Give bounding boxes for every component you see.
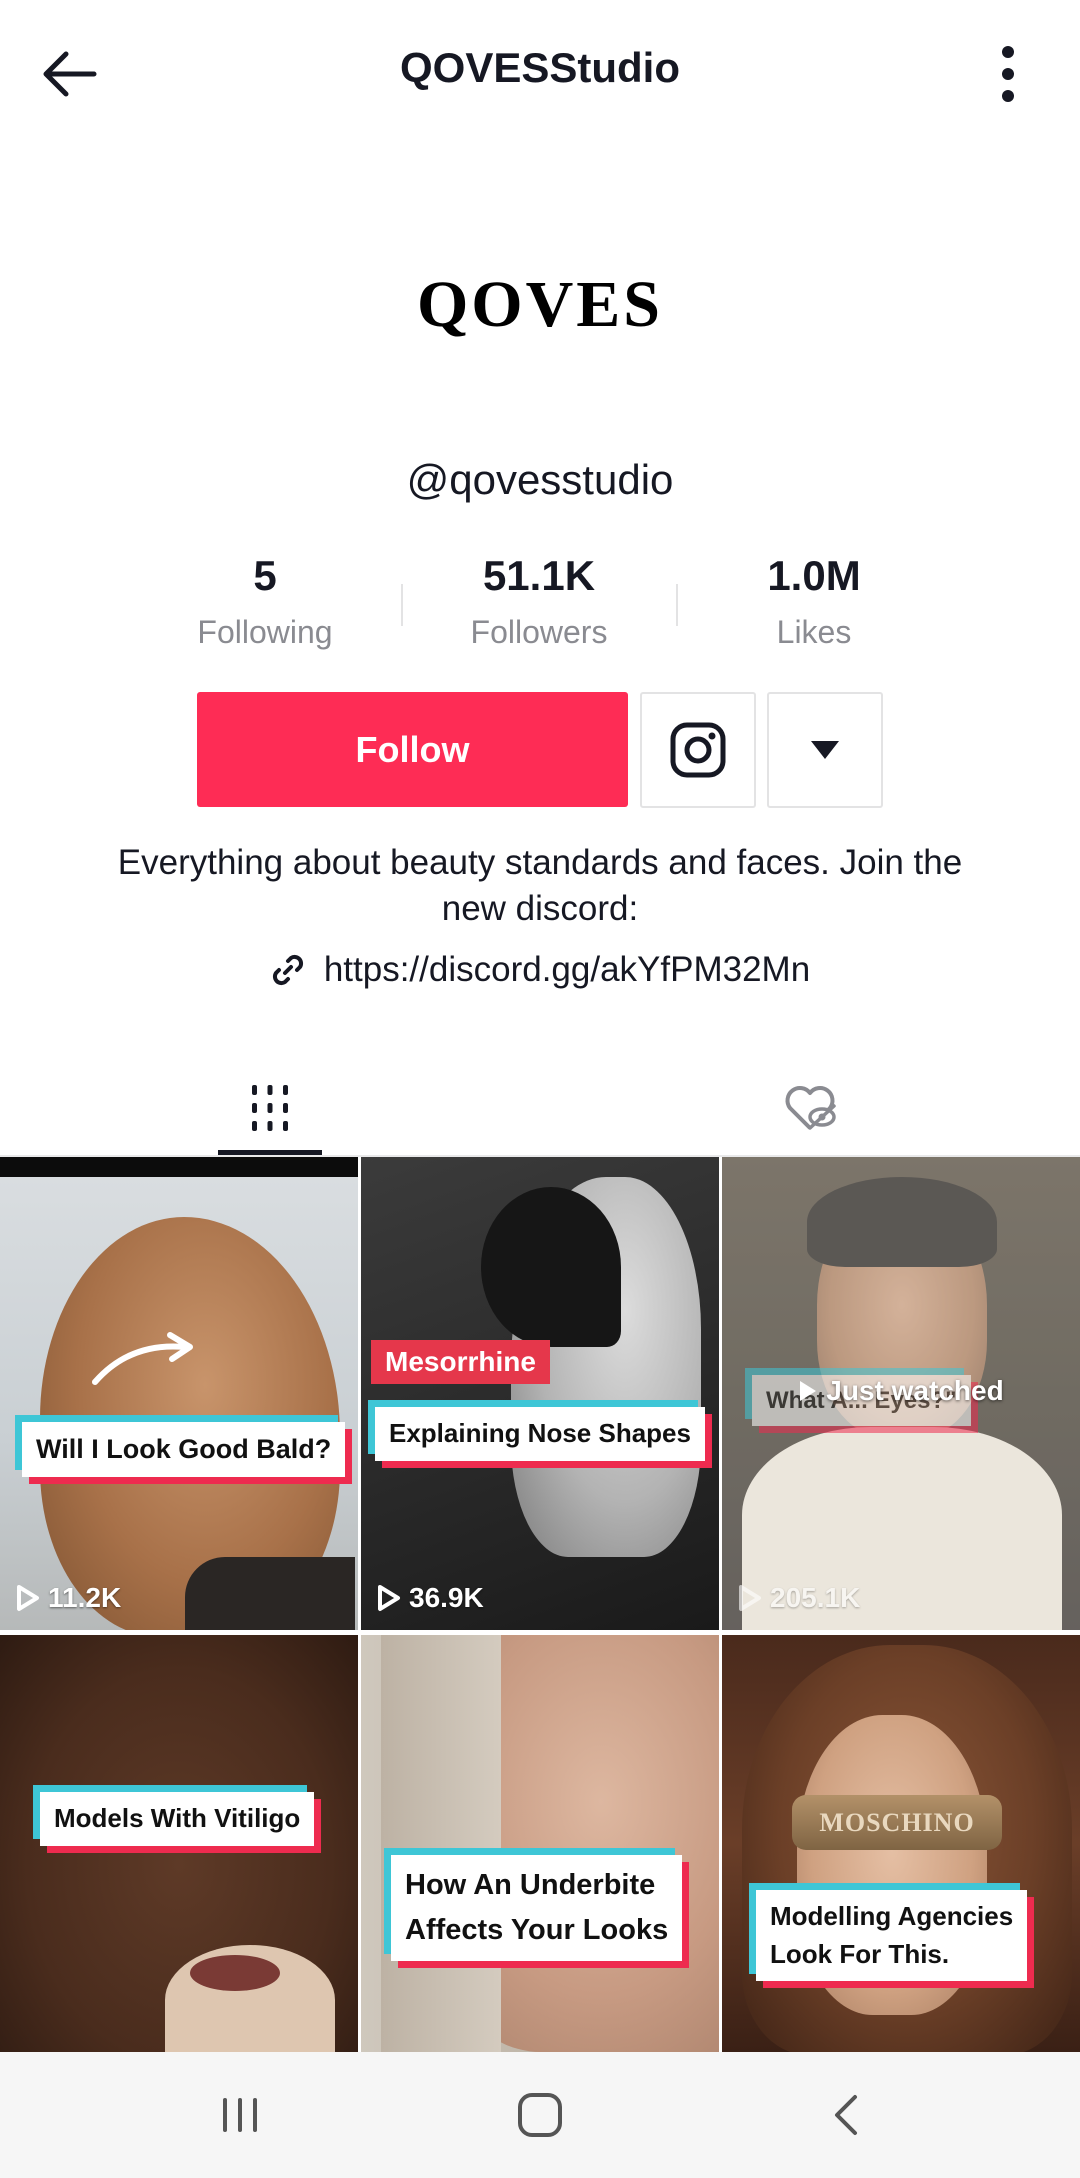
video-thumbnail[interactable]: MOSCHINO Modelling Agencies Look For Thi… xyxy=(722,1635,1080,2052)
thumbnail-background xyxy=(381,1635,501,2052)
video-grid: Will I Look Good Bald? 11.2K Mesorrhine … xyxy=(0,1157,1080,2052)
link-text: https://discord.gg/akYfPM32Mn xyxy=(323,950,811,989)
back-arrow-icon xyxy=(43,51,97,97)
stat-value: 1.0M xyxy=(767,552,861,599)
thumbnail-lips xyxy=(190,1955,280,1991)
more-options-button[interactable] xyxy=(975,36,1041,112)
video-caption: Will I Look Good Bald? xyxy=(22,1422,346,1478)
stat-divider xyxy=(676,584,678,626)
video-thumbnail[interactable]: Mesorrhine Explaining Nose Shapes 36.9K xyxy=(361,1157,719,1630)
play-filled-icon xyxy=(800,1381,817,1401)
chevron-left-icon xyxy=(835,2095,857,2135)
system-back-button[interactable] xyxy=(805,2082,885,2148)
avatar[interactable]: QOVES xyxy=(340,205,740,405)
profile-tabs xyxy=(0,1060,1080,1156)
view-count-text: 36.9K xyxy=(409,1582,484,1613)
tab-videos[interactable] xyxy=(0,1060,540,1156)
view-count-text: 205.1K xyxy=(770,1582,861,1613)
topic-tag: Mesorrhine xyxy=(371,1340,550,1384)
username: @qovesstudio xyxy=(406,456,674,503)
just-watched-text: Just watched xyxy=(826,1375,1004,1406)
stat-label: Likes xyxy=(776,614,852,650)
link-icon xyxy=(272,954,303,986)
bio-link[interactable]: https://discord.gg/akYfPM32Mn xyxy=(150,950,930,990)
view-count: 11.2K xyxy=(16,1582,121,1614)
stat-divider xyxy=(401,584,403,626)
view-count: 36.9K xyxy=(377,1582,484,1614)
stat-following[interactable]: 5 Following xyxy=(165,550,365,652)
recent-apps-icon xyxy=(223,2098,257,2132)
page-title: QOVESStudio xyxy=(399,44,680,91)
bio-text: Everything about beauty standards and fa… xyxy=(117,843,963,928)
heart-hidden-icon xyxy=(785,1086,836,1130)
system-nav-bar xyxy=(0,2052,1080,2178)
caret-down-icon xyxy=(811,741,839,759)
view-count: 205.1K xyxy=(738,1582,860,1614)
video-caption: Modelling Agencies Look For This. xyxy=(756,1890,1028,1982)
sunglasses-logo-text: MOSCHINO xyxy=(819,1807,975,1837)
top-bar: QOVESStudio xyxy=(0,0,1080,150)
stat-label: Followers xyxy=(470,614,608,650)
video-caption: Explaining Nose Shapes xyxy=(375,1407,705,1461)
play-outline-icon xyxy=(739,1585,761,1611)
play-outline-icon xyxy=(17,1585,39,1611)
grid-icon xyxy=(252,1085,288,1131)
video-caption-line: How An Underbite xyxy=(405,1869,656,1901)
recent-apps-button[interactable] xyxy=(200,2082,280,2148)
stat-value: 5 xyxy=(253,552,277,599)
home-icon xyxy=(518,2093,562,2137)
avatar-logo-text: QOVES xyxy=(416,268,664,341)
instagram-button[interactable] xyxy=(640,692,756,808)
active-tab-indicator xyxy=(218,1150,322,1155)
stat-followers[interactable]: 51.1K Followers xyxy=(439,550,639,652)
thumbnail-hair xyxy=(481,1187,621,1347)
video-thumbnail[interactable]: Models With Vitiligo xyxy=(0,1635,358,2052)
home-button[interactable] xyxy=(500,2082,580,2148)
video-caption-line: Affects Your Looks xyxy=(405,1913,669,1946)
more-vertical-icon xyxy=(1002,46,1014,102)
follow-button[interactable]: Follow xyxy=(197,692,628,807)
arrow-annotation-icon xyxy=(92,1332,193,1385)
view-count-text: 11.2K xyxy=(48,1582,122,1613)
thumbnail-sunglasses: MOSCHINO xyxy=(792,1795,1002,1850)
play-outline-icon xyxy=(378,1585,400,1611)
video-caption: Models With Vitiligo xyxy=(40,1792,315,1846)
video-thumbnail[interactable]: Will I Look Good Bald? 11.2K xyxy=(0,1157,358,1630)
video-caption-line: Look For This. xyxy=(770,1938,950,1969)
video-caption: How An Underbite Affects Your Looks xyxy=(391,1855,683,1961)
thumbnail-clothing xyxy=(185,1557,355,1630)
tab-liked[interactable] xyxy=(540,1060,1080,1156)
stat-value: 51.1K xyxy=(482,552,596,599)
suggested-accounts-button[interactable] xyxy=(767,692,883,808)
instagram-icon xyxy=(670,722,726,778)
video-caption-line: Modelling Agencies xyxy=(770,1901,1014,1931)
video-thumbnail[interactable]: How An Underbite Affects Your Looks xyxy=(361,1635,719,2052)
stat-likes[interactable]: 1.0M Likes xyxy=(714,550,914,652)
just-watched-label: Just watched xyxy=(722,1375,1080,1407)
back-button[interactable] xyxy=(30,36,110,112)
stat-label: Following xyxy=(197,614,333,650)
video-thumbnail[interactable]: What A... Eyes?" Just watched 205.1K xyxy=(722,1157,1080,1630)
